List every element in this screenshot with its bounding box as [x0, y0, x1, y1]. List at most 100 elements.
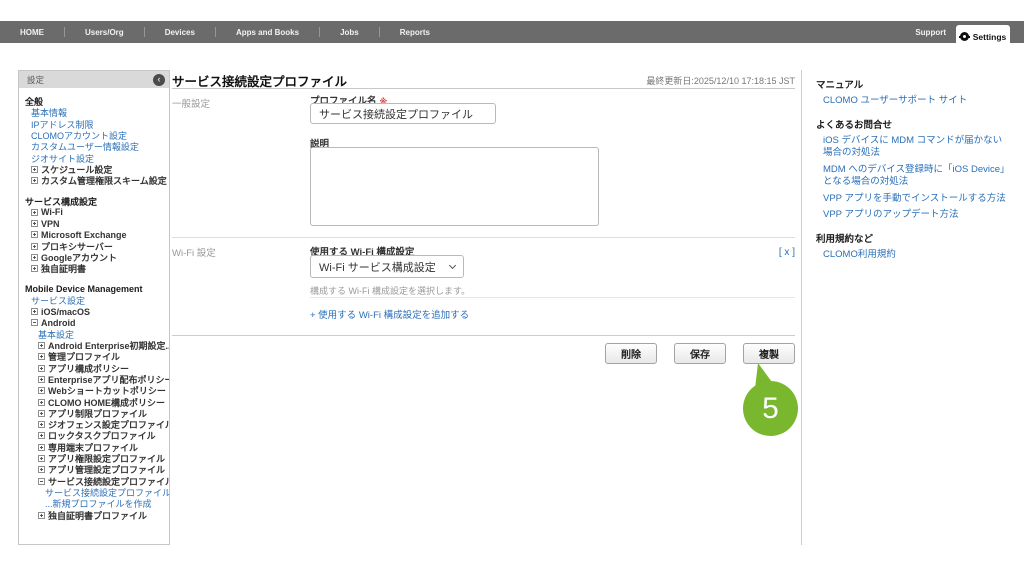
sidebar-item-label: iOS/macOS: [41, 307, 90, 317]
help-link[interactable]: iOS デバイスに MDM コマンドが届かない場合の対処法: [823, 135, 1010, 160]
expand-icon[interactable]: [38, 342, 45, 349]
sidebar-item[interactable]: Enterpriseアプリ配布ポリシー: [19, 374, 169, 385]
sidebar-item[interactable]: アプリ管理設定プロファイル: [19, 464, 169, 475]
expand-icon[interactable]: [38, 353, 45, 360]
profile-name-input[interactable]: [310, 103, 496, 124]
duplicate-button[interactable]: 複製: [743, 343, 795, 364]
nav-item-jobs[interactable]: Jobs: [320, 28, 379, 37]
expand-icon[interactable]: [31, 177, 38, 184]
sidebar-item[interactable]: 管理プロファイル: [19, 351, 169, 362]
annotation-step-badge: 5: [743, 381, 798, 436]
sidebar-item[interactable]: ジオフェンス設定プロファイル: [19, 419, 169, 430]
save-button[interactable]: 保存: [674, 343, 726, 364]
sidebar-item[interactable]: 基本情報: [19, 107, 169, 118]
sidebar-item-label: CLOMOアカウント設定: [31, 130, 127, 141]
sidebar-item[interactable]: Android: [19, 317, 169, 328]
wifi-config-select[interactable]: Wi-Fi サービス構成設定: [310, 255, 464, 278]
sidebar-item[interactable]: アプリ構成ポリシー: [19, 363, 169, 374]
sidebar-item-label: アプリ権限設定プロファイル: [48, 453, 165, 464]
expand-icon[interactable]: [31, 209, 38, 216]
sidebar-item-label: サービス接続設定プロファイル: [48, 476, 169, 487]
nav-item-users-org[interactable]: Users/Org: [65, 28, 144, 37]
sidebar-item[interactable]: スケジュール設定: [19, 164, 169, 175]
expand-icon[interactable]: [38, 444, 45, 451]
sidebar-item[interactable]: Microsoft Exchange: [19, 229, 169, 240]
sidebar-item[interactable]: カスタムユーザー情報設定: [19, 141, 169, 152]
sidebar-item[interactable]: 独自証明書: [19, 263, 169, 274]
sidebar-item-label: Googleアカウント: [41, 252, 117, 263]
help-link[interactable]: VPP アプリを手動でインストールする方法: [823, 193, 1010, 206]
help-section-title: よくあるお問合せ: [816, 117, 1010, 131]
add-wifi-config-link[interactable]: + 使用する Wi-Fi 構成設定を追加する: [310, 307, 469, 321]
sidebar-item[interactable]: サービス接続設定プロファイル: [19, 476, 169, 487]
sidebar-header: 設定 ‹: [19, 71, 169, 88]
sidebar-item-label: IPアドレス制限: [31, 119, 94, 130]
sidebar-item[interactable]: ジオサイト設定: [19, 152, 169, 163]
help-link[interactable]: VPP アプリのアップデート方法: [823, 209, 1010, 222]
help-link[interactable]: CLOMO利用規約: [823, 249, 1010, 262]
sidebar-item[interactable]: 独自証明書プロファイル: [19, 509, 169, 520]
sidebar-collapse-icon[interactable]: ‹: [153, 74, 165, 86]
expand-icon[interactable]: [38, 466, 45, 473]
wifi-remove-link[interactable]: [ x ]: [770, 247, 795, 258]
collapse-node-icon[interactable]: [31, 319, 38, 326]
nav-item-devices[interactable]: Devices: [145, 28, 215, 37]
wifi-config-help-text: 構成する Wi-Fi 構成設定を選択します。: [310, 284, 470, 297]
collapse-node-icon[interactable]: [38, 478, 45, 485]
help-link[interactable]: CLOMO ユーザーサポート サイト: [823, 95, 1010, 108]
help-link[interactable]: MDM へのデバイス登録時に「iOS Device」となる場合の対処法: [823, 164, 1010, 189]
sidebar-item[interactable]: Googleアカウント: [19, 252, 169, 263]
expand-icon[interactable]: [38, 376, 45, 383]
expand-icon[interactable]: [31, 308, 38, 315]
delete-button[interactable]: 削除: [605, 343, 657, 364]
section-divider: [172, 237, 795, 238]
nav-item-home[interactable]: HOME: [0, 28, 64, 37]
nav-item-apps-and-books[interactable]: Apps and Books: [216, 28, 319, 37]
description-textarea[interactable]: [310, 147, 599, 226]
expand-icon[interactable]: [31, 265, 38, 272]
sidebar-item[interactable]: CLOMO HOME構成ポリシー: [19, 396, 169, 407]
expand-icon[interactable]: [31, 243, 38, 250]
tab-settings[interactable]: Settings: [956, 25, 1010, 48]
sidebar-item-label: 独自証明書プロファイル: [48, 509, 147, 520]
sidebar-spacer: [19, 186, 169, 195]
sidebar-item[interactable]: iOS/macOS: [19, 306, 169, 317]
expand-icon[interactable]: [38, 399, 45, 406]
sidebar-item[interactable]: Webショートカットポリシー: [19, 385, 169, 396]
expand-icon[interactable]: [38, 410, 45, 417]
expand-icon[interactable]: [38, 512, 45, 519]
sidebar-item[interactable]: VPN: [19, 218, 169, 229]
sidebar-item[interactable]: CLOMOアカウント設定: [19, 130, 169, 141]
sidebar-item[interactable]: サービス設定: [19, 295, 169, 306]
sidebar-item[interactable]: 専用端末プロファイル: [19, 442, 169, 453]
sidebar-item-label: アプリ制限プロファイル: [48, 408, 147, 419]
top-nav: HOMEUsers/OrgDevicesApps and BooksJobsRe…: [0, 21, 1024, 43]
nav-item-reports[interactable]: Reports: [380, 28, 450, 37]
sidebar-item[interactable]: プロキシサーバー: [19, 241, 169, 252]
sidebar-item-label: 全般: [25, 96, 43, 107]
sidebar-item[interactable]: ロックタスクプロファイル: [19, 430, 169, 441]
sidebar-item-label: カスタム管理権限スキーム設定: [41, 175, 167, 186]
expand-icon[interactable]: [38, 455, 45, 462]
expand-icon[interactable]: [31, 166, 38, 173]
sidebar-item[interactable]: アプリ制限プロファイル: [19, 408, 169, 419]
sidebar-item[interactable]: Wi-Fi: [19, 207, 169, 218]
sidebar-item[interactable]: カスタム管理権限スキーム設定: [19, 175, 169, 186]
expand-icon[interactable]: [38, 365, 45, 372]
expand-icon[interactable]: [31, 220, 38, 227]
expand-icon[interactable]: [38, 421, 45, 428]
sidebar-item-label: サービス構成設定: [25, 195, 97, 206]
expand-icon[interactable]: [31, 254, 38, 261]
sidebar-item[interactable]: ...新規プロファイルを作成: [19, 498, 169, 509]
sidebar-item[interactable]: Android Enterprise初期設定...: [19, 340, 169, 351]
sidebar-item[interactable]: IPアドレス制限: [19, 119, 169, 130]
help-section-title: マニュアル: [816, 77, 1010, 91]
expand-icon[interactable]: [38, 432, 45, 439]
expand-icon[interactable]: [31, 231, 38, 238]
sidebar-item[interactable]: サービス接続設定プロファイル: [19, 487, 169, 498]
expand-icon[interactable]: [38, 387, 45, 394]
sidebar-item-label: アプリ管理設定プロファイル: [48, 464, 165, 475]
sidebar-title: 設定: [27, 74, 153, 86]
sidebar-item[interactable]: 基本設定: [19, 329, 169, 340]
sidebar-item[interactable]: アプリ権限設定プロファイル: [19, 453, 169, 464]
